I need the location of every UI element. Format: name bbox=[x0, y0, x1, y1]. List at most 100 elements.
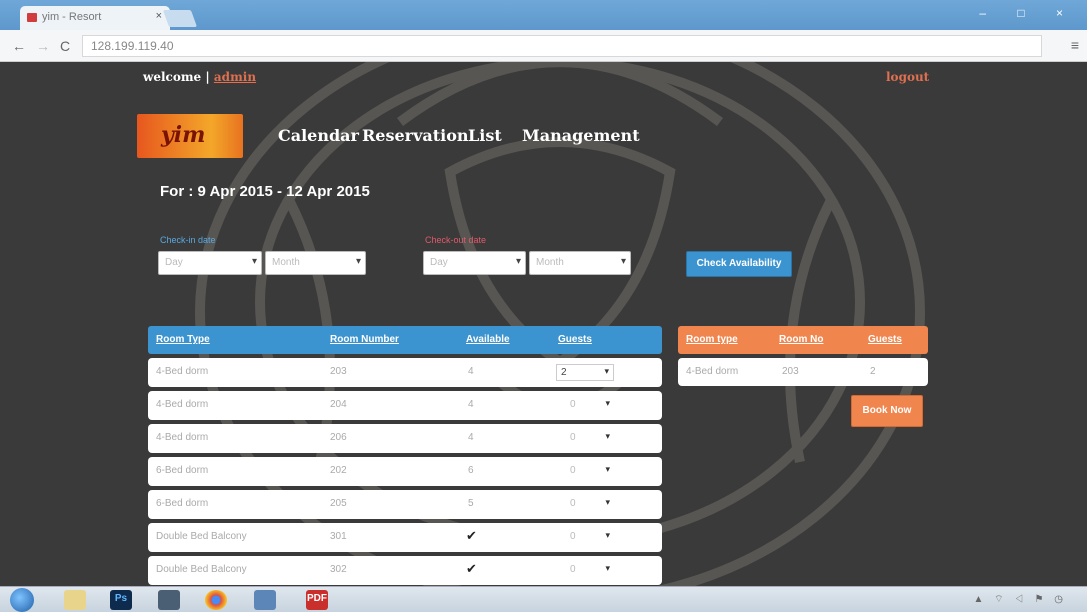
booking-table-header: Room type Room No Guests bbox=[678, 326, 928, 354]
back-icon[interactable]: ← bbox=[12, 38, 26, 54]
checkout-month-value: Month bbox=[536, 257, 564, 268]
table-row: 4-Bed dorm 204 4 0 ▾ bbox=[148, 391, 662, 420]
available-cell: 5 bbox=[468, 498, 474, 509]
checkout-day-value: Day bbox=[430, 257, 448, 268]
chevron-down-icon: ▾ bbox=[251, 256, 257, 267]
col-room-type[interactable]: Room Type bbox=[156, 334, 210, 345]
logout-link[interactable]: logout bbox=[886, 70, 929, 84]
room-number-cell: 202 bbox=[330, 465, 347, 476]
booking-guests-cell: 2 bbox=[870, 366, 876, 377]
browser-titlebar: yim - Resort × – □ × bbox=[0, 0, 1087, 30]
start-button[interactable] bbox=[10, 588, 34, 612]
chevron-down-icon: ▾ bbox=[605, 464, 610, 474]
checkout-day-select[interactable]: Day ▾ bbox=[423, 251, 526, 275]
guests-value: 0 bbox=[570, 432, 576, 443]
folder-icon[interactable] bbox=[64, 590, 86, 610]
room-type-cell: 6-Bed dorm bbox=[156, 465, 209, 476]
col-booking-room-no[interactable]: Room No bbox=[779, 334, 823, 345]
guests-value: 0 bbox=[570, 531, 576, 542]
room-type-cell: 4-Bed dorm bbox=[156, 399, 209, 410]
guests-select[interactable]: 0 ▾ bbox=[556, 529, 614, 546]
room-number-cell: 203 bbox=[330, 366, 347, 377]
available-cell: 4 bbox=[468, 432, 474, 443]
guests-select[interactable]: 0 ▾ bbox=[556, 430, 614, 447]
table-row: 4-Bed dorm 206 4 0 ▾ bbox=[148, 424, 662, 453]
guests-select[interactable]: 0 ▾ bbox=[556, 397, 614, 414]
browser-tab[interactable]: yim - Resort × bbox=[20, 6, 170, 30]
chevron-down-icon: ▾ bbox=[355, 256, 361, 267]
guests-value: 0 bbox=[570, 498, 576, 509]
table-row: 6-Bed dorm 202 6 0 ▾ bbox=[148, 457, 662, 486]
chevron-down-icon: ▾ bbox=[620, 256, 626, 267]
check-availability-button[interactable]: Check Availability bbox=[686, 251, 792, 277]
room-type-cell: Double Bed Balcony bbox=[156, 531, 247, 542]
system-tray[interactable]: ▲ ⌔ ◁ ⚑ ◷ bbox=[973, 593, 1067, 606]
available-cell: 4 bbox=[468, 399, 474, 410]
guests-value: 0 bbox=[570, 399, 576, 410]
chevron-down-icon: ▾ bbox=[604, 366, 609, 376]
chevron-down-icon: ▾ bbox=[605, 563, 610, 573]
booking-room-type-cell: 4-Bed dorm bbox=[686, 366, 739, 377]
page-content: welcome | admin logout yim Calendar Rese… bbox=[0, 62, 1087, 586]
username-link[interactable]: admin bbox=[214, 70, 256, 84]
booking-row: 4-Bed dorm 203 2 bbox=[678, 358, 928, 386]
url-input[interactable]: 128.199.119.40 bbox=[82, 35, 1042, 57]
pdf-icon[interactable]: PDF bbox=[306, 590, 328, 610]
checkin-day-select[interactable]: Day ▾ bbox=[158, 251, 262, 275]
rooms-table-header: Room Type Room Number Available Guests bbox=[148, 326, 662, 354]
welcome-label: welcome | bbox=[143, 70, 210, 84]
room-number-cell: 204 bbox=[330, 399, 347, 410]
taskbar: Ps PDF ▲ ⌔ ◁ ⚑ ◷ bbox=[0, 586, 1087, 612]
checkmark-icon: ✔ bbox=[466, 528, 477, 543]
forward-icon[interactable]: → bbox=[36, 38, 50, 54]
new-tab-button[interactable] bbox=[162, 10, 198, 27]
col-guests[interactable]: Guests bbox=[558, 334, 592, 345]
favicon-icon bbox=[27, 13, 37, 22]
guests-value: 0 bbox=[570, 465, 576, 476]
guests-select[interactable]: 0 ▾ bbox=[556, 496, 614, 513]
address-bar: ← → C 128.199.119.40 ≡ bbox=[0, 30, 1087, 62]
room-type-cell: 4-Bed dorm bbox=[156, 366, 209, 377]
table-row: Double Bed Balcony 302 ✔ 0 ▾ bbox=[148, 556, 662, 585]
book-now-button[interactable]: Book Now bbox=[851, 395, 923, 427]
media-icon[interactable] bbox=[158, 590, 180, 610]
photoshop-icon[interactable]: Ps bbox=[110, 590, 132, 610]
window-controls[interactable]: – □ × bbox=[979, 6, 1077, 20]
tab-close-icon[interactable]: × bbox=[156, 10, 162, 22]
col-booking-guests[interactable]: Guests bbox=[868, 334, 902, 345]
chevron-down-icon: ▾ bbox=[515, 256, 521, 267]
room-type-cell: 4-Bed dorm bbox=[156, 432, 209, 443]
menu-icon[interactable]: ≡ bbox=[1071, 37, 1079, 53]
nav-calendar[interactable]: Calendar bbox=[278, 126, 359, 145]
room-number-cell: 302 bbox=[330, 564, 347, 575]
guests-value: 2 bbox=[561, 367, 567, 378]
chrome-icon[interactable] bbox=[205, 590, 227, 610]
tab-title: yim - Resort bbox=[42, 11, 102, 23]
guests-select[interactable]: 0 ▾ bbox=[556, 562, 614, 579]
col-booking-room-type[interactable]: Room type bbox=[686, 334, 738, 345]
welcome-text: welcome | admin bbox=[143, 70, 256, 84]
nav-reservation[interactable]: Reservation bbox=[362, 126, 469, 145]
site-logo[interactable]: yim bbox=[137, 114, 243, 158]
app-icon[interactable] bbox=[254, 590, 276, 610]
table-row: Double Bed Balcony 301 ✔ 0 ▾ bbox=[148, 523, 662, 552]
col-available[interactable]: Available bbox=[466, 334, 510, 345]
col-room-number[interactable]: Room Number bbox=[330, 334, 399, 345]
chevron-down-icon: ▾ bbox=[605, 398, 610, 408]
guests-select[interactable]: 0 ▾ bbox=[556, 463, 614, 480]
table-row: 6-Bed dorm 205 5 0 ▾ bbox=[148, 490, 662, 519]
nav-list[interactable]: List bbox=[468, 126, 502, 145]
chevron-down-icon: ▾ bbox=[605, 530, 610, 540]
nav-management[interactable]: Management bbox=[522, 126, 640, 145]
checkmark-icon: ✔ bbox=[466, 561, 477, 576]
booking-room-no-cell: 203 bbox=[782, 366, 799, 377]
checkin-month-select[interactable]: Month ▾ bbox=[265, 251, 366, 275]
room-type-cell: 6-Bed dorm bbox=[156, 498, 209, 509]
checkin-day-value: Day bbox=[165, 257, 183, 268]
checkout-label: Check-out date bbox=[425, 235, 487, 245]
table-row: 4-Bed dorm 203 4 2 ▾ bbox=[148, 358, 662, 387]
checkin-month-value: Month bbox=[272, 257, 300, 268]
guests-select[interactable]: 2 ▾ bbox=[556, 364, 614, 381]
checkout-month-select[interactable]: Month ▾ bbox=[529, 251, 631, 275]
reload-icon[interactable]: C bbox=[60, 38, 70, 54]
